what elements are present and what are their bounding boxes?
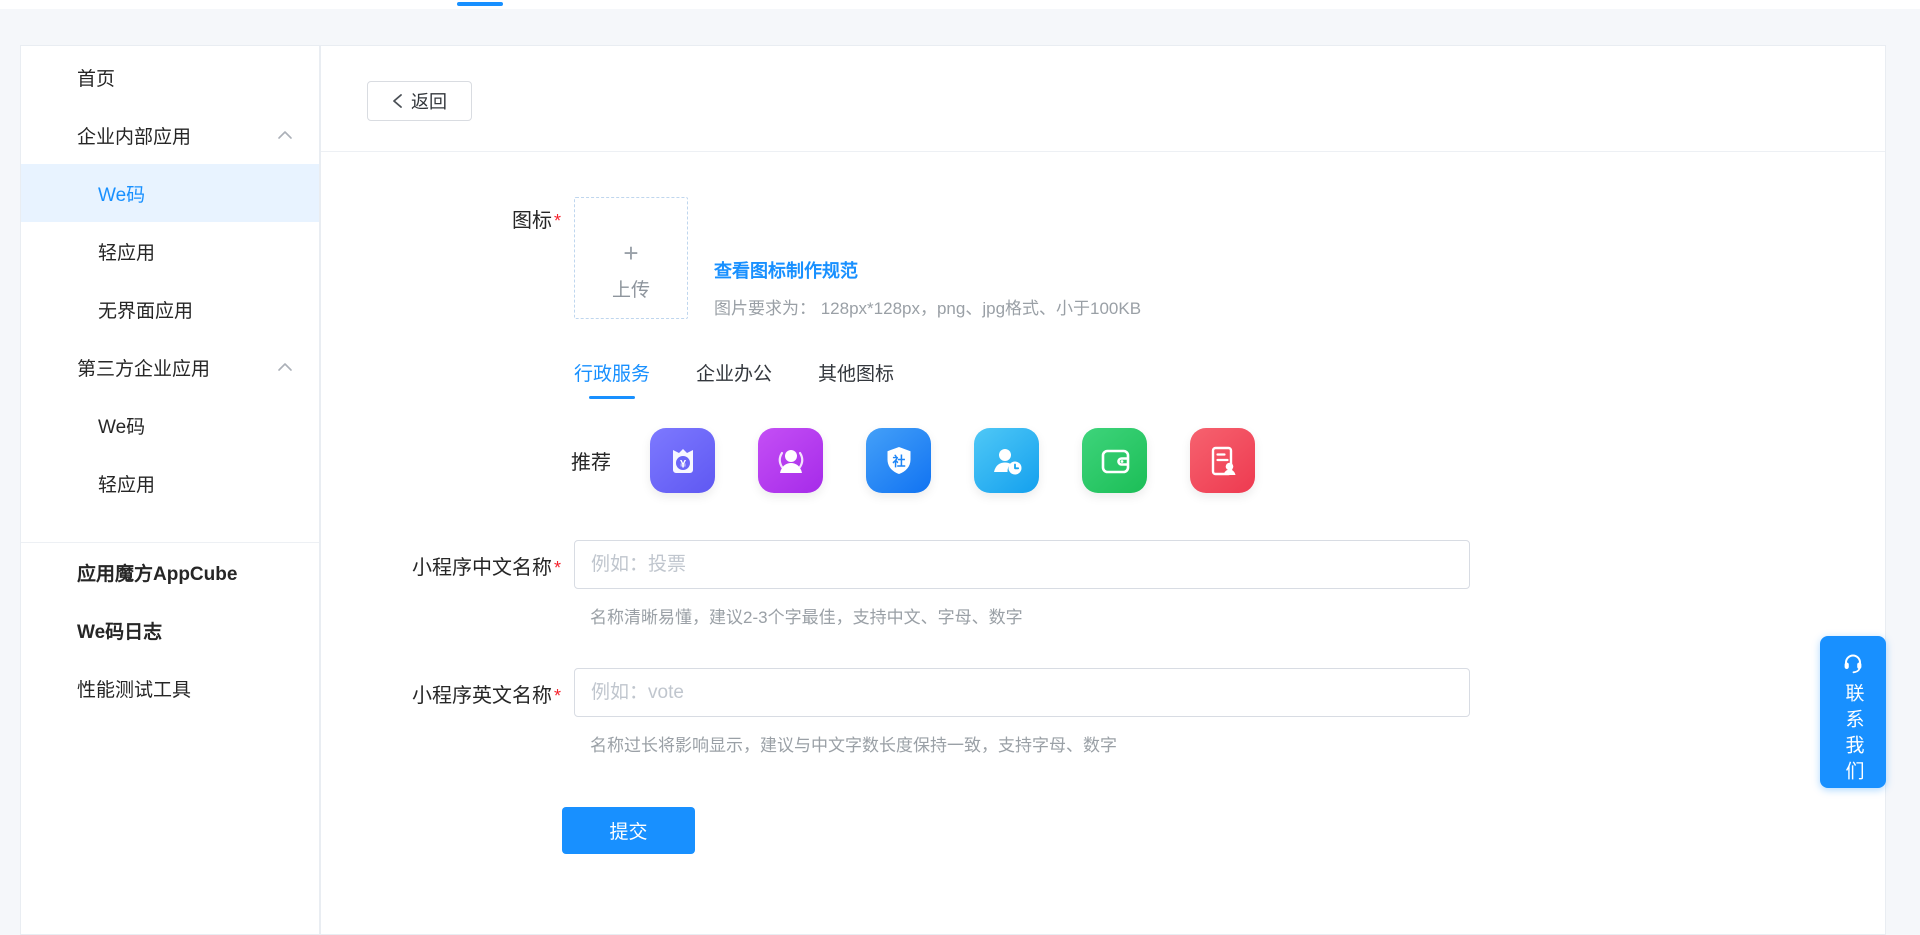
wallet-icon[interactable] (1082, 428, 1147, 493)
sidebar-item-headless-app[interactable]: 无界面应用 (21, 280, 319, 338)
header-divider (321, 151, 1885, 152)
svg-text:社: 社 (891, 454, 905, 469)
sidebar-group-thirdparty-apps[interactable]: 第三方企业应用 (21, 338, 319, 396)
required-mark: * (554, 686, 561, 706)
en-name-label: 小程序英文名称* (321, 679, 561, 708)
tab-label: 其他图标 (818, 359, 894, 386)
contact-us-label: 联系我们 (1840, 683, 1867, 787)
cn-name-input[interactable] (574, 540, 1470, 589)
tab-enterprise-office[interactable]: 企业办公 (696, 359, 772, 399)
sidebar-item-label: 应用魔方AppCube (77, 559, 237, 586)
recommended-icons-row: 推荐 ¥ 社 (571, 428, 1298, 493)
certificate-stamp-icon[interactable] (1190, 428, 1255, 493)
sidebar-item-label: We码日志 (77, 617, 162, 644)
sidebar-item-label: 无界面应用 (98, 296, 193, 323)
chevron-up-icon (277, 130, 293, 140)
sidebar-group-internal-apps[interactable]: 企业内部应用 (21, 106, 319, 164)
sidebar-item-label: 首页 (77, 64, 115, 91)
active-tab-underline (589, 396, 635, 399)
back-button-label: 返回 (411, 88, 447, 114)
salary-packet-icon[interactable]: ¥ (650, 428, 715, 493)
cn-name-helper-text: 名称清晰易懂，建议2-3个字最佳，支持中文、字母、数字 (590, 603, 1023, 628)
tab-other-icons[interactable]: 其他图标 (818, 359, 894, 399)
sidebar-item-light-app-thirdparty[interactable]: 轻应用 (21, 454, 319, 512)
en-name-input[interactable] (574, 668, 1470, 717)
sidebar-item-label: 企业内部应用 (77, 122, 191, 149)
sidebar-item-label: We码 (98, 180, 145, 207)
plus-icon: + (623, 240, 638, 266)
cn-name-label: 小程序中文名称* (321, 551, 561, 580)
required-mark: * (554, 211, 561, 231)
top-nav-sliver (0, 0, 1920, 9)
back-button[interactable]: 返回 (367, 81, 472, 121)
submit-button[interactable]: 提交 (562, 807, 695, 854)
sidebar-item-wecode-thirdparty[interactable]: We码 (21, 396, 319, 454)
tab-label: 企业办公 (696, 359, 772, 386)
sidebar-item-wecode-logs[interactable]: We码日志 (21, 601, 319, 659)
sidebar-item-appcube[interactable]: 应用魔方AppCube (21, 543, 319, 601)
chevron-left-icon (392, 93, 403, 109)
sidebar-item-label: 轻应用 (98, 470, 155, 497)
upload-label: 上传 (612, 275, 650, 302)
sidebar-item-home[interactable]: 首页 (21, 48, 319, 106)
chevron-up-icon (277, 362, 293, 372)
sidebar-item-light-app[interactable]: 轻应用 (21, 222, 319, 280)
en-name-helper-text: 名称过长将影响显示，建议与中文字数长度保持一致，支持字母、数字 (590, 731, 1117, 756)
social-insurance-shield-icon[interactable]: 社 (866, 428, 931, 493)
people-icon[interactable] (758, 428, 823, 493)
attendance-person-clock-icon[interactable] (974, 428, 1039, 493)
tab-administrative-services[interactable]: 行政服务 (574, 359, 650, 399)
sidebar-item-label: We码 (98, 412, 145, 439)
recommend-label: 推荐 (571, 446, 613, 475)
contact-us-button[interactable]: 联系我们 (1820, 636, 1886, 788)
top-nav-active-indicator (457, 2, 503, 6)
main-content-panel: 返回 图标* + 上传 查看图标制作规范 图片要求为： 128px*128px，… (320, 45, 1886, 935)
sidebar-item-label: 第三方企业应用 (77, 354, 210, 381)
sidebar-item-performance-tools[interactable]: 性能测试工具 (21, 659, 319, 717)
icon-category-tabs: 行政服务 企业办公 其他图标 (574, 359, 894, 399)
sidebar-item-label: 轻应用 (98, 238, 155, 265)
svg-text:¥: ¥ (679, 458, 686, 470)
image-requirements-text: 图片要求为： 128px*128px，png、jpg格式、小于100KB (714, 294, 1141, 319)
icon-upload-dropzone[interactable]: + 上传 (574, 197, 688, 319)
required-mark: * (554, 558, 561, 578)
sidebar-item-wecode[interactable]: We码 (21, 164, 319, 222)
tab-label: 行政服务 (574, 359, 650, 386)
sidebar-item-label: 性能测试工具 (77, 675, 191, 702)
sidebar: 首页 企业内部应用 We码 轻应用 无界面应用 第三方企业应用 We码 轻应用 … (20, 45, 320, 935)
icon-field-label: 图标* (321, 204, 561, 233)
headset-icon (1841, 651, 1865, 675)
icon-spec-link[interactable]: 查看图标制作规范 (714, 257, 858, 283)
